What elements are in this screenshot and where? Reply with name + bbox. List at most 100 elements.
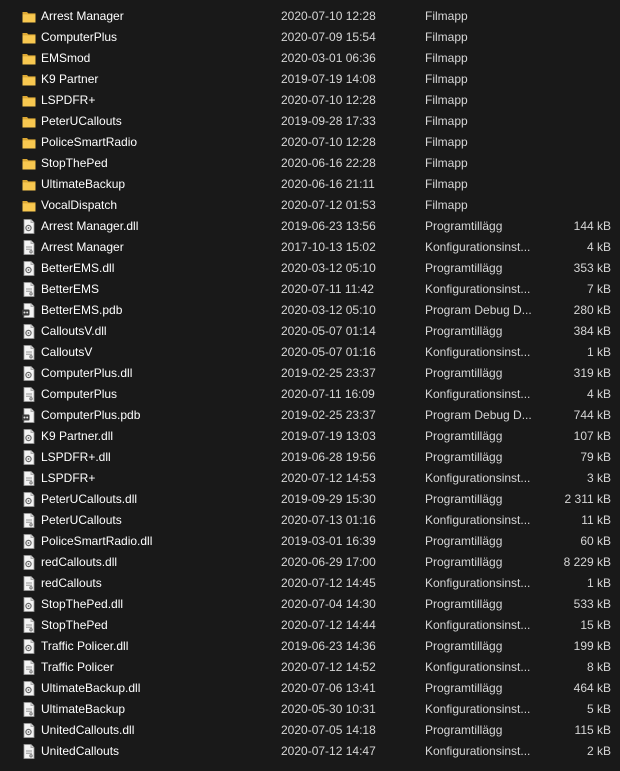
file-row[interactable]: ComputerPlus.dll 2019-02-25 23:37 Programt… (0, 363, 620, 384)
file-type: Konfigurationsinst... (425, 744, 531, 758)
config-file-icon (22, 282, 36, 297)
file-name: PoliceSmartRadio.dll (41, 534, 153, 548)
file-name: LSPDFR+.dll (41, 450, 111, 464)
file-row[interactable]: PeterUCallouts 2019-09-28 17:33 Filmapp (0, 111, 620, 132)
dll-file-icon (22, 534, 36, 549)
file-name: LSPDFR+ (41, 471, 96, 485)
folder-icon (22, 114, 36, 129)
file-modified-date: 2020-06-16 21:11 (281, 177, 375, 191)
file-type: Programtillägg (425, 597, 503, 611)
file-row[interactable]: LSPDFR+ 2020-07-10 12:28 Filmapp (0, 90, 620, 111)
file-type: Filmapp (425, 135, 468, 149)
file-name: StopThePed.dll (41, 597, 124, 611)
file-modified-date: 2019-06-23 13:56 (281, 219, 376, 233)
file-row[interactable]: UltimateBackup 2020-05-30 10:31 Konfigurat… (0, 699, 620, 720)
file-size: 280 kB (573, 303, 611, 317)
dll-file-icon (22, 366, 36, 381)
file-row[interactable]: StopThePed.dll 2020-07-04 14:30 Programtil… (0, 594, 620, 615)
file-row[interactable]: BetterEMS.pdb 2020-03-12 05:10 Program Deb… (0, 300, 620, 321)
file-size: 8 229 kB (563, 555, 611, 569)
file-type: Konfigurationsinst... (425, 282, 531, 296)
file-row[interactable]: ComputerPlus 2020-07-11 16:09 Konfiguratio… (0, 384, 620, 405)
file-row[interactable]: PoliceSmartRadio 2020-07-10 12:28 Filmapp (0, 132, 620, 153)
file-modified-date: 2020-03-12 05:10 (281, 303, 376, 317)
dll-file-icon (22, 219, 36, 234)
file-type: Filmapp (425, 9, 468, 23)
file-name: redCallouts.dll (41, 555, 118, 569)
file-type: Programtillägg (425, 219, 503, 233)
file-size: 11 kB (581, 513, 611, 527)
file-row[interactable]: UnitedCallouts 2020-07-12 14:47 Konfigurat… (0, 741, 620, 762)
file-type: Programtillägg (425, 261, 503, 275)
file-modified-date: 2017-10-13 15:02 (281, 240, 376, 254)
file-type: Filmapp (425, 93, 468, 107)
file-name: UltimateBackup (41, 177, 126, 191)
file-row[interactable]: CalloutsV.dll 2020-05-07 01:14 Programtill… (0, 321, 620, 342)
file-size: 3 kB (586, 471, 611, 485)
file-row[interactable]: UnitedCallouts.dll 2020-07-05 14:18 Progra… (0, 720, 620, 741)
file-row[interactable]: BetterEMS 2020-07-11 11:42 Konfigurationsi… (0, 279, 620, 300)
file-row[interactable]: Arrest Manager 2017-10-13 15:02 Konfigurat… (0, 237, 620, 258)
file-modified-date: 2019-02-25 23:37 (281, 408, 376, 422)
file-row[interactable]: VocalDispatch 2020-07-12 01:53 Filmapp (0, 195, 620, 216)
file-row[interactable]: LSPDFR+.dll 2019-06-28 19:56 Programtilläg… (0, 447, 620, 468)
file-modified-date: 2020-05-07 01:16 (281, 345, 376, 359)
file-row[interactable]: redCallouts.dll 2020-06-29 17:00 Programti… (0, 552, 620, 573)
file-name: UltimateBackup.dll (41, 681, 141, 695)
file-row[interactable]: LSPDFR+ 2020-07-12 14:53 Konfigurationsins… (0, 468, 620, 489)
file-row[interactable]: ComputerPlus.pdb 2019-02-25 23:37 Program … (0, 405, 620, 426)
file-modified-date: 2020-07-04 14:30 (281, 597, 376, 611)
pdb-file-icon (22, 303, 36, 318)
dll-file-icon (22, 681, 36, 696)
file-name: Arrest Manager (41, 9, 124, 23)
file-row[interactable]: UltimateBackup.dll 2020-07-06 13:41 Progra… (0, 678, 620, 699)
file-row[interactable]: StopThePed 2020-07-12 14:44 Konfigurations… (0, 615, 620, 636)
file-name: CalloutsV (41, 345, 93, 359)
file-size: 144 kB (573, 219, 611, 233)
file-row[interactable]: BetterEMS.dll 2020-03-12 05:10 Programtill… (0, 258, 620, 279)
pdb-file-icon (22, 408, 36, 423)
file-name: PoliceSmartRadio (41, 135, 138, 149)
file-modified-date: 2020-06-29 17:00 (281, 555, 376, 569)
folder-icon (22, 9, 36, 24)
file-row[interactable]: K9 Partner.dll 2019-07-19 13:03 Programtil… (0, 426, 620, 447)
file-type: Program Debug D... (425, 303, 532, 317)
file-type: Programtillägg (425, 429, 503, 443)
config-file-icon (22, 744, 36, 759)
file-type: Konfigurationsinst... (425, 240, 531, 254)
file-size: 2 311 kB (564, 492, 611, 506)
file-modified-date: 2020-05-07 01:14 (281, 324, 376, 338)
file-row[interactable]: Traffic Policer.dll 2019-06-23 14:36 Progr… (0, 636, 620, 657)
dll-file-icon (22, 492, 36, 507)
file-type: Konfigurationsinst... (425, 660, 531, 674)
file-name: Arrest Manager (41, 240, 124, 254)
file-type: Filmapp (425, 114, 468, 128)
file-row[interactable]: Traffic Policer 2020-07-12 14:52 Konfigura… (0, 657, 620, 678)
file-type: Programtillägg (425, 324, 503, 338)
file-row[interactable]: PeterUCallouts.dll 2019-09-29 15:30 Progra… (0, 489, 620, 510)
file-name: ComputerPlus (41, 30, 118, 44)
file-type: Filmapp (425, 72, 468, 86)
file-row[interactable]: CalloutsV 2020-05-07 01:16 Konfigurationsi… (0, 342, 620, 363)
file-row[interactable]: redCallouts 2020-07-12 14:45 Konfiguration… (0, 573, 620, 594)
file-row[interactable]: K9 Partner 2019-07-19 14:08 Filmapp (0, 69, 620, 90)
file-list: Arrest Manager 2020-07-10 12:28 Filmapp Com… (0, 6, 620, 762)
file-size: 107 kB (573, 429, 611, 443)
file-row[interactable]: StopThePed 2020-06-16 22:28 Filmapp (0, 153, 620, 174)
file-row[interactable]: Arrest Manager 2020-07-10 12:28 Filmapp (0, 6, 620, 27)
file-row[interactable]: UltimateBackup 2020-06-16 21:11 Filmapp (0, 174, 620, 195)
file-row[interactable]: PeterUCallouts 2020-07-13 01:16 Konfigurat… (0, 510, 620, 531)
file-type: Programtillägg (425, 366, 503, 380)
file-size: 464 kB (573, 681, 611, 695)
file-type: Konfigurationsinst... (425, 576, 531, 590)
config-file-icon (22, 660, 36, 675)
file-row[interactable]: Arrest Manager.dll 2019-06-23 13:56 Progra… (0, 216, 620, 237)
folder-icon (22, 93, 36, 108)
file-row[interactable]: EMSmod 2020-03-01 06:36 Filmapp (0, 48, 620, 69)
file-name: UnitedCallouts.dll (41, 723, 135, 737)
config-file-icon (22, 387, 36, 402)
file-row[interactable]: ComputerPlus 2020-07-09 15:54 Filmapp (0, 27, 620, 48)
file-row[interactable]: PoliceSmartRadio.dll 2019-03-01 16:39 Prog… (0, 531, 620, 552)
config-file-icon (22, 618, 36, 633)
file-size: 8 kB (586, 660, 611, 674)
